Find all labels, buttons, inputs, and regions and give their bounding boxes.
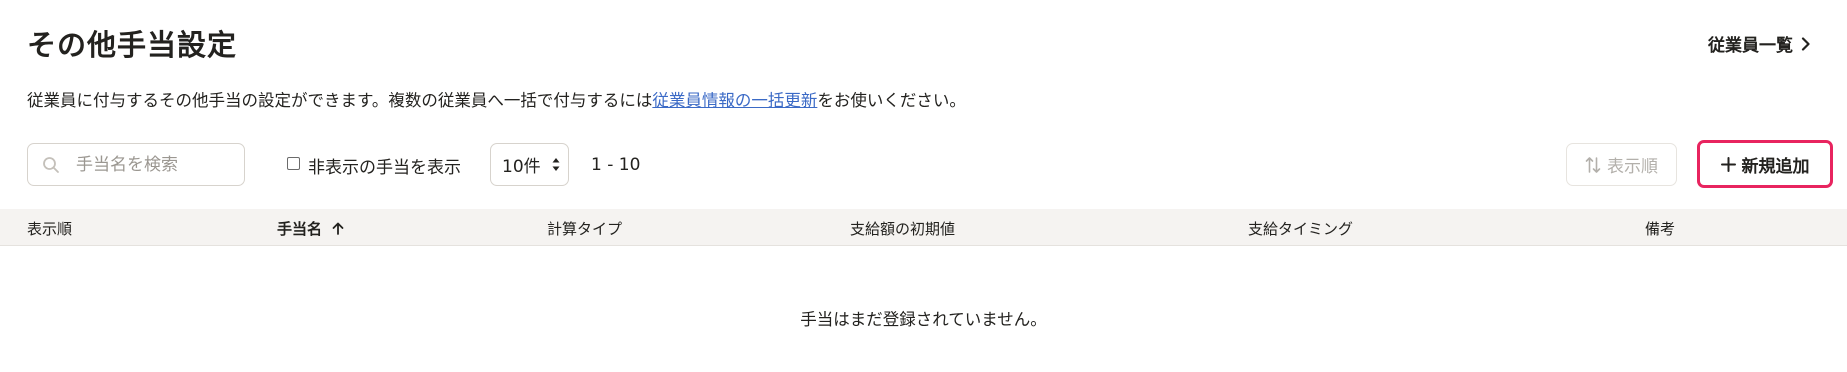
column-label: 手当名 xyxy=(277,220,323,238)
empty-state-message: 手当はまだ登録されていません。 xyxy=(800,310,1047,329)
employee-list-link[interactable]: 従業員一覧 xyxy=(1708,31,1810,56)
column-header-notes: 備考 xyxy=(1645,218,1675,239)
toolbar: 非表示の手当を表示 10件 1 - 10 表示順 新規追加 xyxy=(27,140,1847,188)
show-hidden-toggle[interactable]: 非表示の手当を表示 xyxy=(287,153,461,178)
select-arrows-icon xyxy=(552,157,560,172)
show-hidden-checkbox[interactable] xyxy=(287,157,300,170)
column-header-display-order: 表示順 xyxy=(27,218,72,239)
sort-order-button[interactable]: 表示順 xyxy=(1566,143,1677,186)
search-icon xyxy=(43,156,59,173)
per-page-value: 10件 xyxy=(502,157,541,177)
show-hidden-label: 非表示の手当を表示 xyxy=(308,158,461,178)
column-header-payment-timing: 支給タイミング xyxy=(1248,218,1353,239)
column-label: 計算タイプ xyxy=(547,220,623,238)
column-label: 支給額の初期値 xyxy=(850,220,956,238)
column-header-allowance-name[interactable]: 手当名 xyxy=(277,218,344,239)
sort-order-label: 表示順 xyxy=(1607,157,1658,176)
column-label: 備考 xyxy=(1645,220,1676,238)
arrow-up-icon xyxy=(332,222,344,235)
per-page-select[interactable]: 10件 xyxy=(490,143,569,186)
column-header-calculation-type: 計算タイプ xyxy=(547,218,622,239)
pagination-range: 1 - 10 xyxy=(591,155,641,175)
plus-icon xyxy=(1720,156,1736,172)
add-new-button[interactable]: 新規追加 xyxy=(1697,140,1833,188)
page-title: その他手当設定 xyxy=(27,28,238,62)
employee-list-label: 従業員一覧 xyxy=(1708,36,1793,56)
chevron-right-icon xyxy=(1801,36,1810,51)
bulk-update-link[interactable]: 従業員情報の一括更新 xyxy=(652,91,817,110)
search-box[interactable] xyxy=(27,143,245,186)
column-label: 支給タイミング xyxy=(1248,220,1354,238)
description-text: 従業員に付与するその他手当の設定ができます。複数の従業員へ一括で付与するには xyxy=(27,91,653,110)
table-header: 表示順 手当名 計算タイプ 支給額の初期値 支給タイミング 備考 xyxy=(0,209,1847,246)
column-header-default-amount: 支給額の初期値 xyxy=(850,218,955,239)
add-new-label: 新規追加 xyxy=(1741,156,1810,176)
column-label: 表示順 xyxy=(27,220,73,238)
search-input[interactable] xyxy=(74,153,228,176)
description-text-end: をお使いください。 xyxy=(817,91,966,110)
page: その他手当設定 従業員一覧 従業員に付与するその他手当の設定ができます。複数の従… xyxy=(0,0,1847,372)
description: 従業員に付与するその他手当の設定ができます。複数の従業員へ一括で付与するには従業… xyxy=(27,87,966,111)
sort-arrows-icon xyxy=(1585,156,1601,173)
